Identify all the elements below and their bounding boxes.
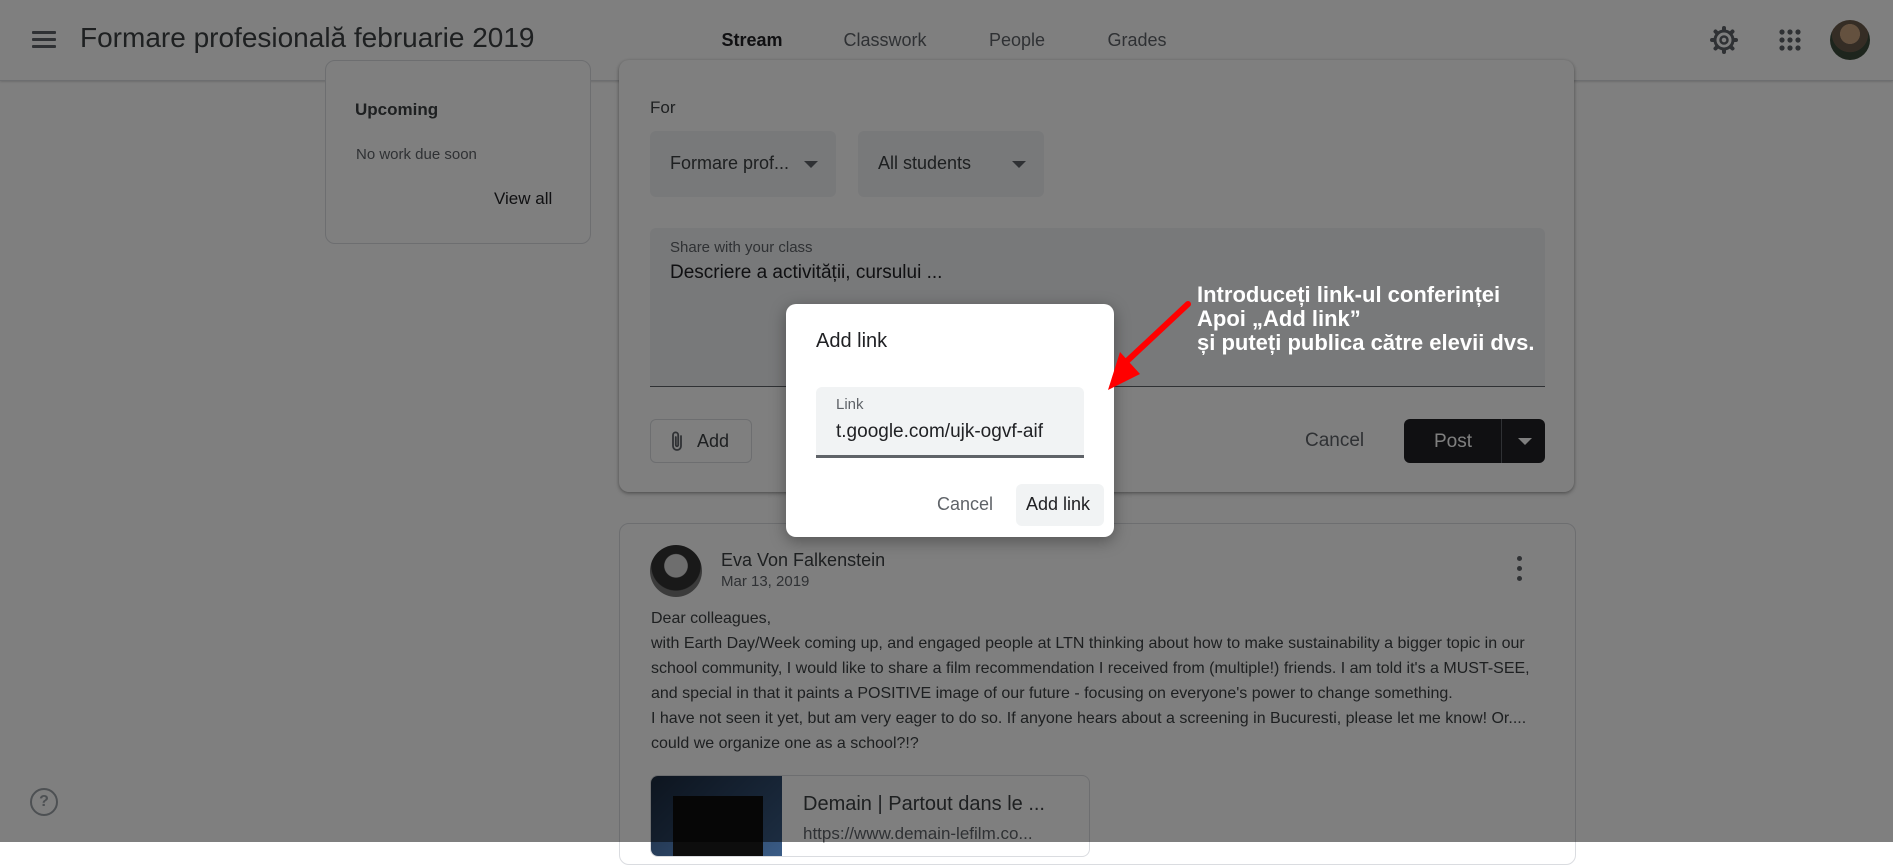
link-field-label: Link bbox=[836, 396, 864, 413]
dialog-title: Add link bbox=[816, 330, 888, 352]
annotation-line: Introduceți link-ul conferinței bbox=[1197, 282, 1501, 307]
annotation-line: Apoi „Add link” bbox=[1197, 306, 1361, 331]
annotation-arrow bbox=[1108, 301, 1191, 390]
link-field[interactable]: Link bbox=[816, 387, 1084, 458]
annotation-text: Introduceți link-ul conferinței Apoi „Ad… bbox=[1197, 283, 1534, 355]
link-input[interactable] bbox=[836, 418, 1076, 446]
annotation-line: și puteți publica către elevii dvs. bbox=[1197, 330, 1535, 355]
dialog-cancel-button[interactable]: Cancel bbox=[937, 494, 993, 515]
add-link-button[interactable]: Add link bbox=[1016, 484, 1104, 526]
add-link-button-label: Add link bbox=[1026, 494, 1091, 514]
